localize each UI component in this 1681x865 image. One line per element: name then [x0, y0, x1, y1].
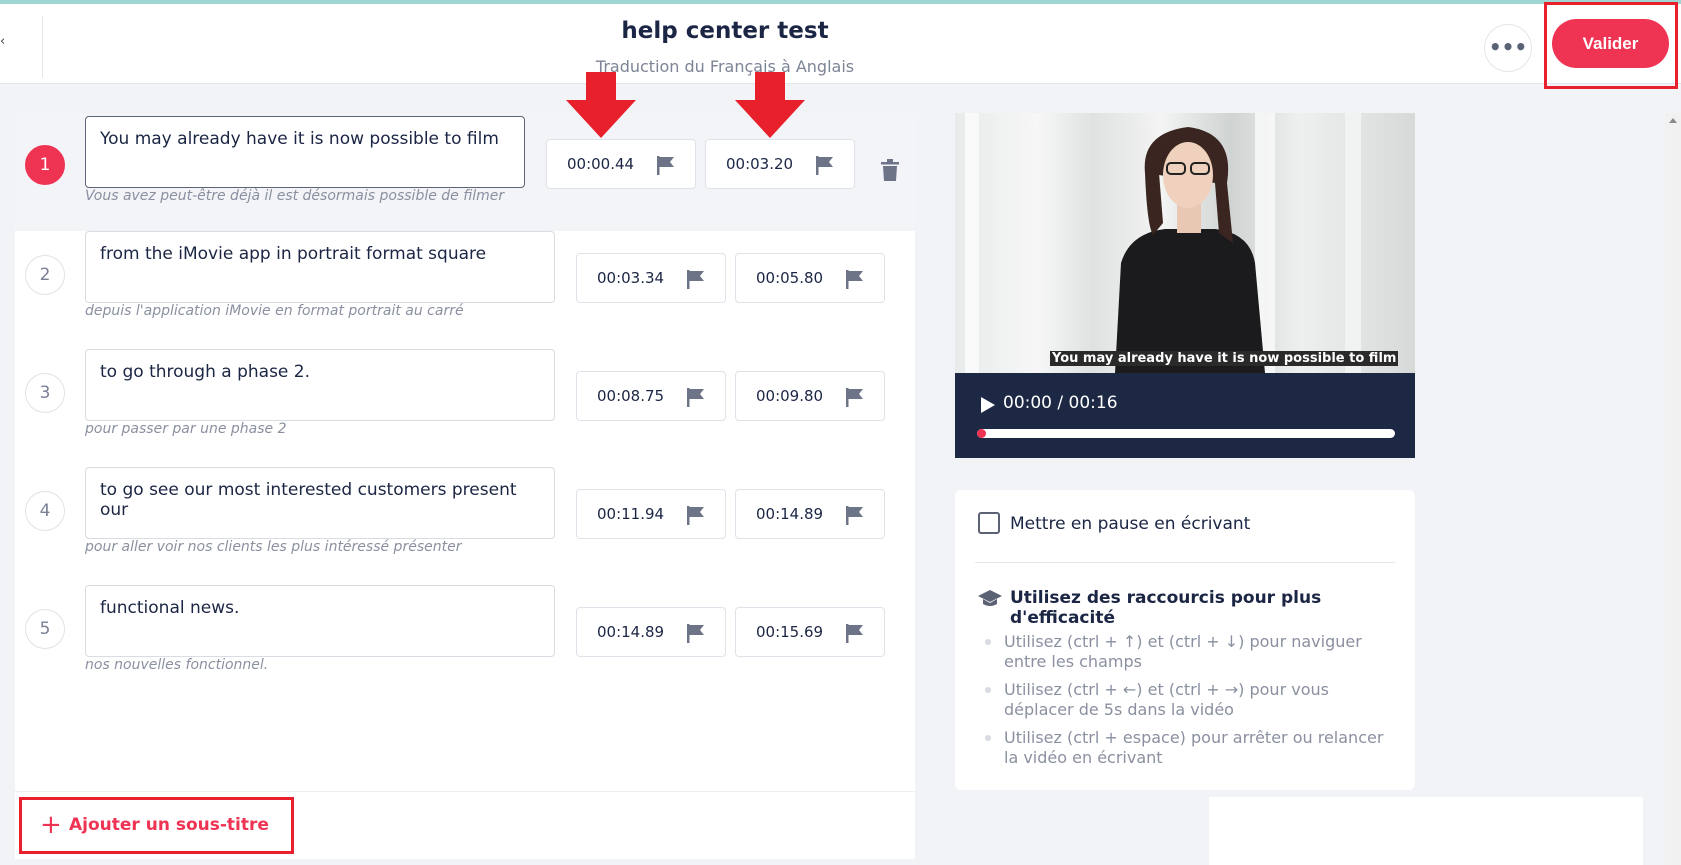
subtitle-number: 1 — [25, 145, 65, 185]
subtitle-text-input[interactable]: to go through a phase 2. — [85, 349, 555, 421]
end-time-value: 00:14.89 — [756, 505, 824, 523]
presenter-figure — [965, 113, 1361, 373]
subtitle-row-2: 2 from the iMovie app in portrait format… — [15, 231, 915, 349]
flag-icon[interactable] — [844, 268, 866, 290]
shortcut-tip: Utilisez (ctrl + espace) pour arrêter ou… — [985, 728, 1399, 768]
original-text: depuis l'application iMovie en format po… — [85, 303, 464, 319]
end-time-value: 00:15.69 — [756, 623, 824, 641]
video-progress-bar[interactable] — [977, 429, 1395, 438]
start-time-field[interactable]: 00:00.44 — [546, 139, 696, 189]
flag-icon[interactable] — [814, 154, 836, 176]
scroll-up-icon[interactable] — [1669, 118, 1677, 123]
blank-area — [1209, 797, 1643, 865]
end-time-field[interactable]: 00:03.20 — [705, 139, 855, 189]
video-caption: You may already have it is now possible … — [1050, 351, 1399, 366]
video-frame: You may already have it is now possible … — [955, 113, 1415, 373]
trash-icon[interactable] — [881, 159, 899, 181]
flag-icon[interactable] — [685, 504, 707, 526]
start-time-value: 00:00.44 — [567, 155, 635, 173]
subtitle-row-4: 4 to go see our most interested customer… — [15, 467, 915, 585]
original-text: pour passer par une phase 2 — [85, 421, 287, 437]
end-time-field[interactable]: 00:15.69 — [735, 607, 885, 657]
flag-icon[interactable] — [844, 622, 866, 644]
subtitle-number: 3 — [25, 373, 65, 413]
start-time-field[interactable]: 00:08.75 — [576, 371, 726, 421]
end-time-value: 00:09.80 — [756, 387, 824, 405]
end-time-value: 00:05.80 — [756, 269, 824, 287]
subtitle-row-3: 3 to go through a phase 2. pour passer p… — [15, 349, 915, 467]
pause-while-typing-checkbox[interactable] — [978, 512, 1000, 534]
shortcuts-title: Utilisez des raccourcis pour plus d'effi… — [1010, 588, 1322, 628]
validate-button[interactable]: Valider — [1552, 19, 1669, 68]
settings-card: Mettre en pause en écrivant Utilisez des… — [955, 490, 1415, 790]
bullet — [985, 687, 991, 693]
subtitle-text-input[interactable]: functional news. — [85, 585, 555, 657]
flag-icon[interactable] — [844, 504, 866, 526]
subtitle-row-5: 5 functional news. nos nouvelles fonctio… — [15, 585, 915, 703]
start-time-value: 00:08.75 — [597, 387, 665, 405]
add-subtitle-button[interactable]: Ajouter un sous-titre — [69, 815, 269, 835]
end-time-field[interactable]: 00:05.80 — [735, 253, 885, 303]
video-progress-fill — [977, 429, 986, 438]
flag-icon[interactable] — [685, 268, 707, 290]
video-timecode: 00:00 / 00:16 — [1003, 393, 1118, 413]
end-time-value: 00:03.20 — [726, 155, 794, 173]
start-time-field[interactable]: 00:11.94 — [576, 489, 726, 539]
end-time-field[interactable]: 00:09.80 — [735, 371, 885, 421]
arrow-down-icon — [735, 72, 805, 138]
original-text: pour aller voir nos clients les plus int… — [85, 539, 462, 555]
subtitle-text-input[interactable]: to go see our most interested customers … — [85, 467, 555, 539]
arrow-down-icon — [566, 72, 636, 138]
start-time-value: 00:14.89 — [597, 623, 665, 641]
video-player[interactable]: You may already have it is now possible … — [955, 113, 1415, 458]
scrollbar[interactable] — [1665, 113, 1681, 865]
original-text: Vous avez peut-être déjà il est désormai… — [85, 188, 505, 204]
subtitle-text-input[interactable]: from the iMovie app in portrait format s… — [85, 231, 555, 303]
flag-icon[interactable] — [685, 386, 707, 408]
subtitle-list: 1 You may already have it is now possibl… — [15, 113, 915, 858]
shortcut-tip-text: Utilisez (ctrl + ←) et (ctrl + →) pour v… — [1004, 680, 1329, 719]
flag-icon[interactable] — [685, 622, 707, 644]
more-options-button[interactable]: ••• — [1484, 24, 1532, 72]
flag-icon[interactable] — [844, 386, 866, 408]
graduation-cap-icon — [978, 590, 1002, 606]
start-time-field[interactable]: 00:03.34 — [576, 253, 726, 303]
shortcut-tip: Utilisez (ctrl + ←) et (ctrl + →) pour v… — [985, 680, 1399, 720]
page-subtitle: Traduction du Français à Anglais — [595, 57, 855, 76]
subtitle-text-input[interactable]: You may already have it is now possible … — [85, 116, 525, 188]
start-time-value: 00:11.94 — [597, 505, 665, 523]
pause-while-typing-label[interactable]: Mettre en pause en écrivant — [1010, 514, 1250, 534]
end-time-field[interactable]: 00:14.89 — [735, 489, 885, 539]
subtitle-number: 2 — [25, 255, 65, 295]
page-title: help center test — [621, 18, 829, 44]
subtitle-number: 4 — [25, 491, 65, 531]
shortcut-tip-text: Utilisez (ctrl + ↑) et (ctrl + ↓) pour n… — [1004, 632, 1362, 671]
start-time-field[interactable]: 00:14.89 — [576, 607, 726, 657]
shortcut-tip-text: Utilisez (ctrl + espace) pour arrêter ou… — [1004, 728, 1384, 767]
plus-icon[interactable]: + — [40, 812, 62, 838]
shortcut-tip: Utilisez (ctrl + ↑) et (ctrl + ↓) pour n… — [985, 632, 1399, 672]
flag-icon[interactable] — [655, 154, 677, 176]
bullet — [985, 735, 991, 741]
start-time-value: 00:03.34 — [597, 269, 665, 287]
settings-divider — [975, 562, 1395, 563]
original-text: nos nouvelles fonctionnel. — [85, 657, 269, 673]
subtitle-number: 5 — [25, 609, 65, 649]
play-icon[interactable] — [979, 395, 997, 415]
bullet — [985, 639, 991, 645]
header: ‹ help center test Traduction du Françai… — [0, 4, 1681, 84]
